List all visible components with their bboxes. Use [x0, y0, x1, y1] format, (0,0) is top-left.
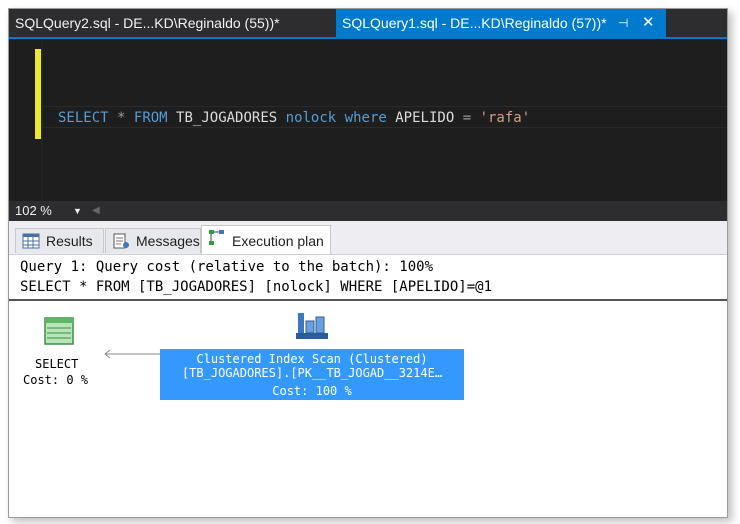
tab-sqlquery1-label: SQLQuery1.sql - DE...KD\Reginaldo (57))*	[342, 15, 607, 31]
tab-execution-plan-label: Execution plan	[232, 233, 324, 249]
select-node-cost: Cost: 0 %	[23, 373, 89, 387]
pin-tab-icon[interactable]: ⊣	[618, 9, 628, 37]
code-line[interactable]: SELECT * FROM TB_JOGADORES nolock where …	[43, 106, 727, 128]
ssms-window: SQLQuery2.sql - DE...KD\Reginaldo (55))*…	[8, 8, 728, 518]
query-cost-line: Query 1: Query cost (relative to the bat…	[20, 259, 434, 275]
clustered-index-scan-node[interactable]: Clustered Index Scan (Clustered) [TB_JOG…	[160, 349, 464, 400]
zoom-level[interactable]: 102 %	[15, 201, 52, 221]
tab-results[interactable]: Results	[15, 228, 104, 253]
tab-messages[interactable]: Messages	[105, 228, 201, 253]
tab-sqlquery2[interactable]: SQLQuery2.sql - DE...KD\Reginaldo (55))*	[9, 9, 335, 37]
zoom-bar: 102 % ▼ ◀	[9, 201, 727, 221]
token-table: TB_JOGADORES	[176, 110, 278, 126]
messages-icon	[113, 233, 129, 249]
clustered-index-scan-icon[interactable]	[295, 311, 329, 341]
close-tab-icon[interactable]: ✕	[642, 9, 655, 37]
keyword-where: where	[344, 110, 387, 126]
zoom-dropdown-icon[interactable]: ▼	[73, 201, 82, 221]
tab-execution-plan[interactable]: Execution plan	[201, 225, 331, 254]
query-text-line: SELECT * FROM [TB_JOGADORES] [nolock] WH…	[20, 279, 493, 295]
editor-gutter	[9, 39, 33, 201]
token-star: *	[117, 110, 126, 126]
tab-sqlquery1[interactable]: SQLQuery1.sql - DE...KD\Reginaldo (57))*…	[336, 9, 666, 37]
document-tab-strip: SQLQuery2.sql - DE...KD\Reginaldo (55))*…	[9, 9, 727, 39]
keyword-nolock: nolock	[285, 110, 337, 126]
scroll-left-icon[interactable]: ◀	[92, 201, 100, 221]
keyword-select: SELECT	[58, 110, 109, 126]
grid-icon	[22, 233, 40, 249]
execution-plan-icon	[209, 230, 224, 245]
tab-sqlquery2-label: SQLQuery2.sql - DE...KD\Reginaldo (55))*	[15, 15, 280, 31]
keyword-from: FROM	[133, 110, 168, 126]
execution-plan-pane[interactable]: Query 1: Query cost (relative to the bat…	[9, 255, 727, 517]
token-column: APELIDO	[395, 110, 455, 126]
scan-node-object: [TB_JOGADORES].[PK__TB_JOGAD__3214E…	[181, 366, 443, 380]
query-editor[interactable]: SELECT * FROM TB_JOGADORES nolock where …	[9, 39, 727, 201]
select-operator-icon[interactable]	[44, 317, 74, 345]
scan-node-cost: Cost: 100 %	[272, 384, 352, 398]
token-string: 'rafa'	[479, 110, 531, 126]
tab-results-label: Results	[46, 233, 93, 249]
tab-messages-label: Messages	[136, 233, 200, 249]
query-cost-header: Query 1: Query cost (relative to the bat…	[9, 255, 727, 301]
result-tabs: Results Messages Execution plan	[9, 221, 727, 255]
token-equals: =	[462, 110, 472, 126]
data-flow-arrow	[104, 349, 163, 359]
scan-node-title: Clustered Index Scan (Clustered)	[196, 352, 428, 366]
select-node-label: SELECT	[35, 357, 79, 371]
